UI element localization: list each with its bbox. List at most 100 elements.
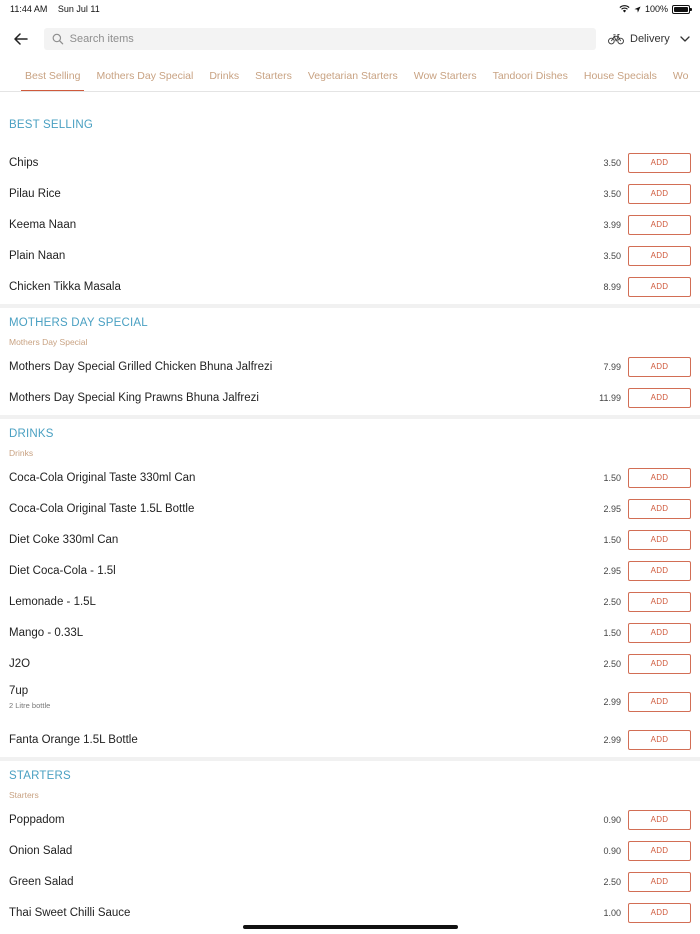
section-mothers-day-special: MOTHERS DAY SPECIAL Mothers Day Special … [0, 308, 700, 415]
add-button[interactable]: ADD [628, 214, 691, 235]
tab-wow-starters[interactable]: Wow Starters [410, 60, 481, 91]
item-price: 1.50 [603, 627, 621, 638]
item-name: Green Salad [9, 875, 74, 888]
add-button[interactable]: ADD [628, 840, 691, 861]
add-button[interactable]: ADD [628, 591, 691, 612]
item-price: 3.99 [603, 219, 621, 230]
menu-item[interactable]: Chips 3.50 ADD [0, 147, 700, 178]
bicycle-icon [608, 34, 624, 45]
item-name: Mothers Day Special King Prawns Bhuna Ja… [9, 391, 259, 404]
arrow-left-icon [14, 33, 28, 45]
delivery-label: Delivery [630, 33, 670, 45]
menu-item[interactable]: Pilau Rice 3.50 ADD [0, 178, 700, 209]
menu-item[interactable]: Plain Naan 3.50 ADD [0, 240, 700, 271]
item-name: Chicken Tikka Masala [9, 280, 121, 293]
tab-drinks[interactable]: Drinks [205, 60, 243, 91]
menu-item[interactable]: Poppadom 0.90 ADD [0, 804, 700, 835]
item-name: Coca-Cola Original Taste 1.5L Bottle [9, 502, 195, 515]
menu-item[interactable]: Lemonade - 1.5L 2.50 ADD [0, 586, 700, 617]
add-button[interactable]: ADD [628, 183, 691, 204]
item-name: Diet Coke 330ml Can [9, 533, 119, 546]
add-button[interactable]: ADD [628, 902, 691, 923]
search-input[interactable] [69, 33, 588, 45]
menu-item[interactable]: Fanta Orange 1.5L Bottle 2.99 ADD [0, 724, 700, 755]
menu-item[interactable]: Mothers Day Special Grilled Chicken Bhun… [0, 351, 700, 382]
delivery-selector[interactable]: Delivery [608, 33, 690, 45]
item-price: 3.50 [603, 250, 621, 261]
item-name: Lemonade - 1.5L [9, 595, 96, 608]
back-button[interactable] [8, 26, 34, 52]
add-button[interactable]: ADD [628, 809, 691, 830]
tab-starters[interactable]: Starters [251, 60, 296, 91]
chevron-down-icon [680, 36, 690, 42]
item-price: 11.99 [599, 392, 621, 403]
add-button[interactable]: ADD [628, 356, 691, 377]
section-title: MOTHERS DAY SPECIAL [9, 317, 148, 329]
tab-tandoori-dishes[interactable]: Tandoori Dishes [489, 60, 572, 91]
status-right: 100% [619, 4, 692, 14]
menu-item[interactable]: Coca-Cola Original Taste 1.5L Bottle 2.95… [0, 493, 700, 524]
item-price: 8.99 [603, 281, 621, 292]
add-button[interactable]: ADD [628, 729, 691, 750]
add-button[interactable]: ADD [628, 152, 691, 173]
home-indicator [243, 925, 458, 929]
menu-item[interactable]: Green Salad 2.50 ADD [0, 866, 700, 897]
item-price: 1.50 [603, 472, 621, 483]
menu-item[interactable]: Keema Naan 3.99 ADD [0, 209, 700, 240]
add-button[interactable]: ADD [628, 871, 691, 892]
add-button[interactable]: ADD [628, 498, 691, 519]
category-tabs: Best Selling Mothers Day Special Drinks … [0, 60, 700, 92]
item-description: 2 Litre bottle [9, 701, 51, 710]
item-name: Fanta Orange 1.5L Bottle [9, 733, 138, 746]
add-button[interactable]: ADD [628, 560, 691, 581]
add-button[interactable]: ADD [628, 529, 691, 550]
item-name: Keema Naan [9, 218, 77, 231]
status-left: 11:44 AM Sun Jul 11 [10, 4, 108, 14]
menu-item[interactable]: Mango - 0.33L 1.50 ADD [0, 617, 700, 648]
section-best-selling: BEST SELLING Chips 3.50 ADD Pilau Rice 3.50… [0, 92, 700, 304]
menu-item[interactable]: Chicken Tikka Masala 8.99 ADD [0, 271, 700, 302]
item-name: Thai Sweet Chilli Sauce [9, 906, 131, 919]
add-button[interactable]: ADD [628, 653, 691, 674]
menu-item[interactable]: J2O 2.50 ADD [0, 648, 700, 679]
section-title: DRINKS [9, 428, 54, 440]
item-name: Pilau Rice [9, 187, 61, 200]
item-price: 2.50 [603, 596, 621, 607]
tab-vegetarian-starters[interactable]: Vegetarian Starters [304, 60, 402, 91]
search-bar[interactable] [44, 28, 596, 50]
tab-house-specials[interactable]: House Specials [580, 60, 661, 91]
item-price: 2.99 [603, 734, 621, 745]
item-price: 2.95 [603, 565, 621, 576]
item-price: 1.50 [603, 534, 621, 545]
menu-item[interactable]: Onion Salad 0.90 ADD [0, 835, 700, 866]
item-name: J2O [9, 657, 31, 670]
item-price: 0.90 [603, 845, 621, 856]
section-drinks: DRINKS Drinks Coca-Cola Original Taste 3… [0, 419, 700, 757]
menu-item[interactable]: Mothers Day Special King Prawns Bhuna Ja… [0, 382, 700, 413]
tab-more[interactable]: Wo [669, 60, 693, 91]
menu-list: BEST SELLING Chips 3.50 ADD Pilau Rice 3.50… [0, 92, 700, 928]
menu-item[interactable]: Diet Coke 330ml Can 1.50 ADD [0, 524, 700, 555]
item-name: Onion Salad [9, 844, 73, 857]
add-button[interactable]: ADD [628, 387, 691, 408]
item-name: Chips [9, 156, 39, 169]
add-button[interactable]: ADD [628, 622, 691, 643]
add-button[interactable]: ADD [628, 467, 691, 488]
item-name: Mango - 0.33L [9, 626, 84, 639]
status-bar: 11:44 AM Sun Jul 11 100% [0, 0, 700, 18]
add-button[interactable]: ADD [628, 276, 691, 297]
menu-item[interactable]: Thai Sweet Chilli Sauce 1.00 ADD [0, 897, 700, 928]
location-arrow-icon [634, 5, 641, 13]
add-button[interactable]: ADD [628, 691, 691, 712]
menu-item[interactable]: Coca-Cola Original Taste 330ml Can 1.50 AD… [0, 462, 700, 493]
menu-item[interactable]: 7up 2 Litre bottle 2.99 ADD [0, 679, 700, 724]
tab-best-selling[interactable]: Best Selling [21, 60, 85, 91]
add-button[interactable]: ADD [628, 245, 691, 266]
menu-item[interactable]: Diet Coca-Cola - 1.5l 2.95 ADD [0, 555, 700, 586]
item-name: Diet Coca-Cola - 1.5l [9, 564, 116, 577]
section-subtitle: Drinks [9, 448, 34, 458]
tab-mothers-day-special[interactable]: Mothers Day Special [92, 60, 197, 91]
item-name: Plain Naan [9, 249, 66, 262]
item-name: Coca-Cola Original Taste 330ml Can [9, 471, 196, 484]
item-price: 2.50 [603, 876, 621, 887]
